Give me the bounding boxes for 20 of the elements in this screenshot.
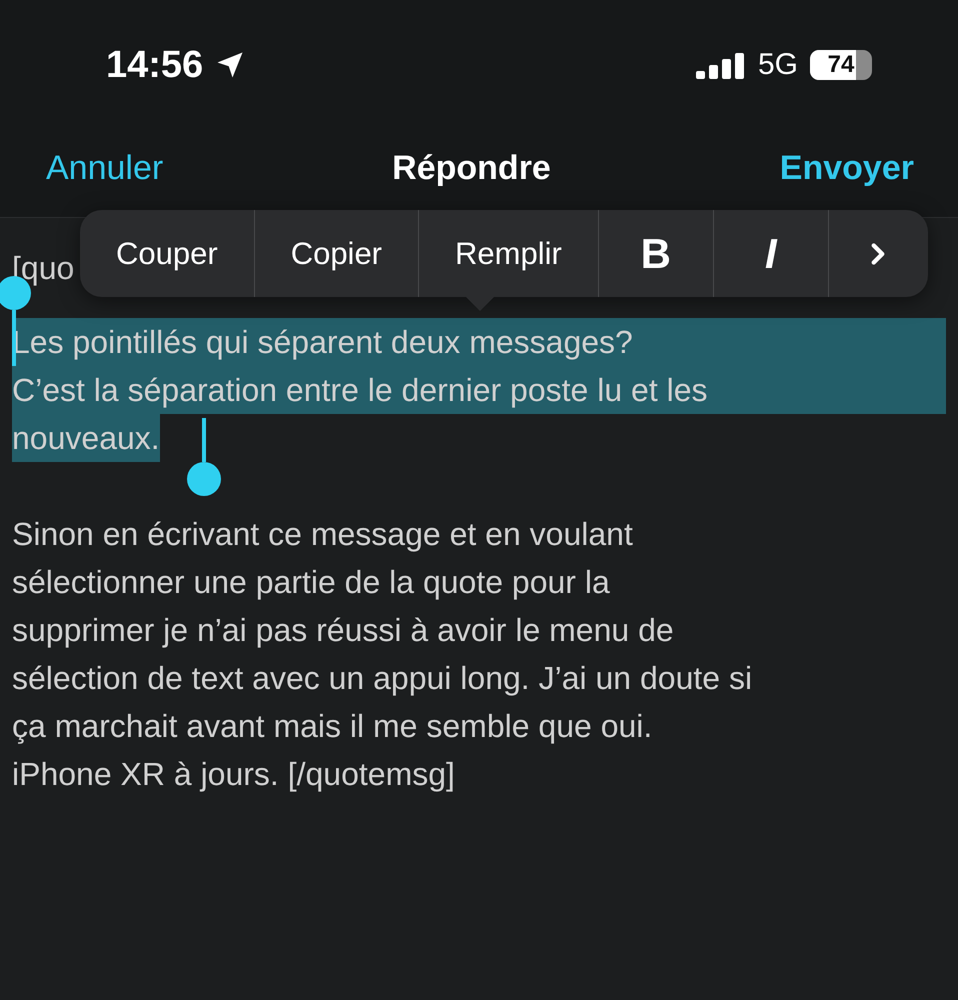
network-label: 5G <box>758 48 798 82</box>
text-line: ça marchait avant mais il me semble que oui. <box>12 707 652 746</box>
status-time: 14:56 <box>106 44 204 86</box>
menu-item[interactable]: Couper <box>80 210 254 297</box>
text-line: sélectionner une partie de la quote pour la <box>12 563 610 602</box>
battery-icon: 74 <box>810 50 872 80</box>
menu-item[interactable]: Copier <box>254 210 418 297</box>
italic-button[interactable]: I <box>712 210 828 297</box>
text-line: iPhone XR à jours. [/quotemsg] <box>12 755 455 794</box>
screen-title: Répondre <box>392 149 551 188</box>
send-button[interactable]: Envoyer <box>780 149 914 188</box>
text-line: sélection de text avec un appui long. J’ai un doute si <box>12 659 752 698</box>
text-line: Sinon en écrivant ce message et en voulant <box>12 515 633 554</box>
location-arrow-icon <box>215 50 246 80</box>
menu-item[interactable]: Remplir <box>418 210 598 297</box>
bold-button[interactable]: B <box>598 210 713 297</box>
selection-end-handle[interactable] <box>187 418 221 496</box>
signal-icon <box>696 51 746 79</box>
cancel-button[interactable]: Annuler <box>46 149 164 188</box>
text-line: supprimer je n’ai pas réussi à avoir le menu de <box>12 611 674 650</box>
